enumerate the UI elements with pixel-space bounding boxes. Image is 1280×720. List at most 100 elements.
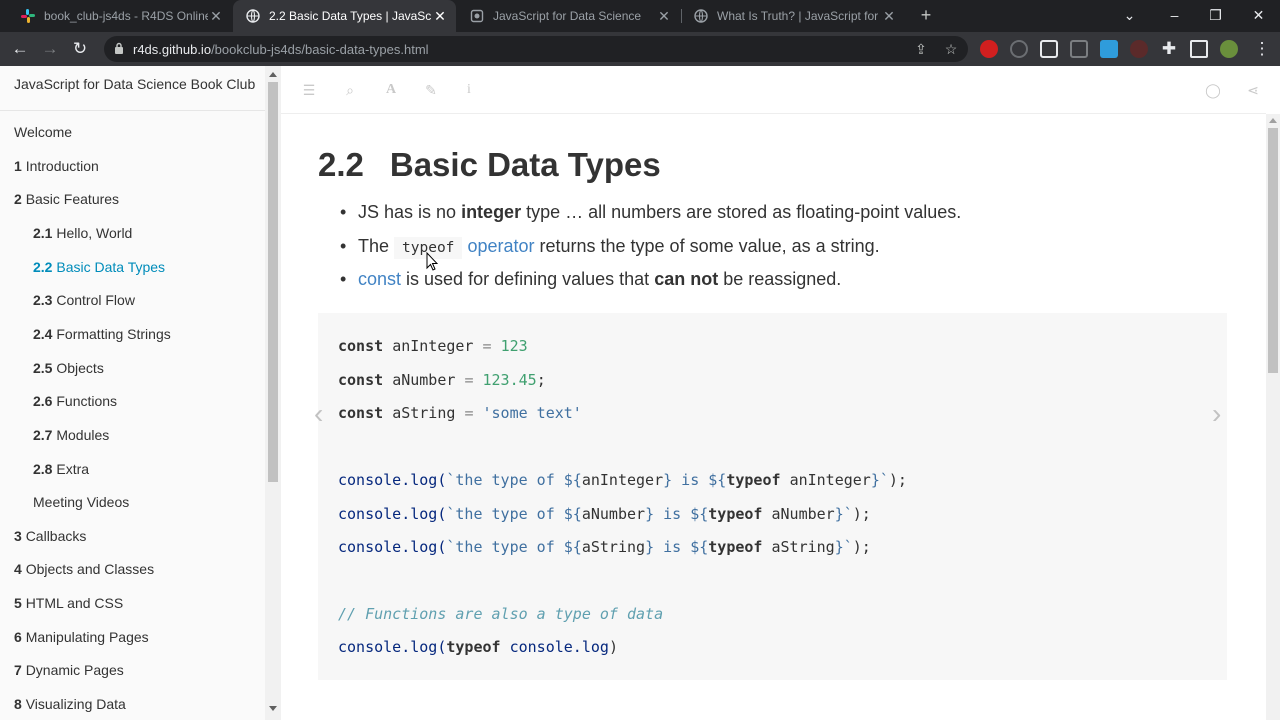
tab-title: What Is Truth? | JavaScript for Da xyxy=(717,9,881,23)
share-icon[interactable]: ⇪ xyxy=(912,40,930,58)
close-window-button[interactable]: ✕ xyxy=(1236,0,1280,32)
const-link[interactable]: const xyxy=(358,269,401,289)
code-number: 123 xyxy=(500,337,528,355)
maximize-button[interactable]: ❐ xyxy=(1193,0,1238,32)
puzzle-extensions-icon[interactable]: ✚ xyxy=(1157,37,1181,61)
back-arrow-icon[interactable]: ← xyxy=(8,37,32,61)
code-identifier: aNumber xyxy=(771,505,835,523)
new-tab-button[interactable]: + xyxy=(915,4,937,26)
extension-dark-red-icon[interactable] xyxy=(1130,40,1148,58)
close-icon[interactable]: ✕ xyxy=(432,8,448,25)
content-scroll-thumb[interactable] xyxy=(1268,128,1278,373)
sidebar-item-control-flow[interactable]: 2.3 Control Flow xyxy=(33,292,135,308)
extension-blue-icon[interactable] xyxy=(1100,40,1118,58)
sidebar-item-objects-and-classes[interactable]: 4 Objects and Classes xyxy=(14,561,154,577)
sidebar-item-number: 6 xyxy=(14,628,22,645)
code-function: console.log( xyxy=(338,505,447,523)
browser-tab-js-data-science[interactable]: JavaScript for Data Science ✕ xyxy=(457,0,680,32)
bookmark-star-icon[interactable]: ☆ xyxy=(942,40,960,58)
menu-icon[interactable]: ☰ xyxy=(299,80,319,100)
lock-icon xyxy=(115,42,123,54)
code-function: console.log xyxy=(509,638,609,656)
edit-icon[interactable]: ✎ xyxy=(421,80,441,100)
reload-icon[interactable]: ↻ xyxy=(68,37,92,61)
sidebar-item-welcome[interactable]: Welcome xyxy=(14,124,72,140)
sidebar-item-label: Functions xyxy=(56,393,118,410)
browser-menu-icon[interactable]: ⋮ xyxy=(1250,37,1274,61)
avatar[interactable] xyxy=(1220,40,1238,58)
sidebar-item-introduction[interactable]: 1 Introduction xyxy=(14,158,99,174)
sidebar-item-label: Control Flow xyxy=(56,292,135,309)
code-block[interactable]: const anInteger = 123 const aNumber = 12… xyxy=(318,313,1227,680)
scroll-up-arrow-icon[interactable] xyxy=(269,72,277,77)
github-icon[interactable]: ◯ xyxy=(1203,80,1223,100)
operator-link[interactable]: operator xyxy=(467,236,534,256)
previous-page-chevron-icon[interactable]: ‹ xyxy=(314,398,323,430)
close-icon[interactable]: ✕ xyxy=(656,8,672,25)
code-string: } is ${ xyxy=(663,471,727,489)
extension-grid-icon[interactable] xyxy=(1070,40,1088,58)
sidebar-item-number: 4 xyxy=(14,561,22,578)
sidebar-item-dynamic-pages[interactable]: 7 Dynamic Pages xyxy=(14,662,124,678)
code-punctuation: ); xyxy=(852,505,871,523)
sidebar-item-visualizing-data[interactable]: 8 Visualizing Data xyxy=(14,696,126,712)
code-keyword: typeof xyxy=(708,538,763,556)
globe-icon xyxy=(693,8,709,24)
sidebar-item-label: Extra xyxy=(56,460,90,477)
address-bar[interactable]: r4ds.github.io/bookclub-js4ds/basic-data… xyxy=(104,36,968,62)
sidebar-book-title[interactable]: JavaScript for Data Science Book Club xyxy=(14,76,255,92)
scroll-up-arrow-icon[interactable] xyxy=(1269,118,1277,123)
text-cursor-icon xyxy=(426,252,438,271)
extension-red-icon[interactable] xyxy=(980,40,998,58)
sidebar-item-extra[interactable]: 2.8 Extra xyxy=(33,461,89,477)
side-panel-icon[interactable] xyxy=(1190,40,1208,58)
info-icon[interactable]: i xyxy=(459,80,479,100)
forward-arrow-icon[interactable]: → xyxy=(38,37,62,61)
sidebar-item-basic-data-types[interactable]: 2.2 Basic Data Types xyxy=(33,259,165,275)
code-keyword: const xyxy=(338,337,384,355)
sidebar-scroll-thumb[interactable] xyxy=(268,82,278,482)
next-page-chevron-icon[interactable]: › xyxy=(1212,398,1221,430)
browser-tab-bookclub[interactable]: book_club-js4ds - R4DS Online L ✕ xyxy=(8,0,232,32)
close-icon[interactable]: ✕ xyxy=(208,8,224,25)
share-icon[interactable]: ⋖ xyxy=(1243,80,1263,100)
code-string: `the type of ${ xyxy=(446,538,582,556)
list-item: const is used for defining values that c… xyxy=(340,266,1220,300)
search-icon[interactable]: ⌕ xyxy=(340,80,360,100)
sidebar-item-label: Basic Data Types xyxy=(56,258,166,275)
code-operator: = xyxy=(482,337,492,355)
extension-circle-icon[interactable] xyxy=(1010,40,1028,58)
sidebar-item-callbacks[interactable]: 3 Callbacks xyxy=(14,528,86,544)
tab-title: JavaScript for Data Science xyxy=(493,9,642,23)
code-string: }` xyxy=(834,538,853,556)
sidebar-item-number: 8 xyxy=(14,696,22,713)
sidebar-item-functions[interactable]: 2.6 Functions xyxy=(33,393,117,409)
extension-glasses-icon[interactable] xyxy=(1040,40,1058,58)
sidebar-item-label: Visualizing Data xyxy=(25,696,126,713)
sidebar-item-html-and-css[interactable]: 5 HTML and CSS xyxy=(14,595,123,611)
scroll-down-arrow-icon[interactable] xyxy=(269,706,277,711)
code-identifier: anInteger xyxy=(789,471,871,489)
content-scrollbar[interactable] xyxy=(1266,114,1280,720)
sidebar-item-label: Objects and Classes xyxy=(25,561,155,578)
browser-tab-basic-data-types[interactable]: 2.2 Basic Data Types | JavaScript ✕ xyxy=(233,0,456,32)
sidebar-item-basic-features[interactable]: 2 Basic Features xyxy=(14,191,119,207)
sidebar-item-meeting-videos[interactable]: Meeting Videos xyxy=(33,494,129,510)
sidebar-item-hello-world[interactable]: 2.1 Hello, World xyxy=(33,225,132,241)
bullet-text: returns the type of some value, as a str… xyxy=(534,235,880,256)
font-settings-icon[interactable]: A xyxy=(381,80,401,100)
book-sidebar: JavaScript for Data Science Book Club We… xyxy=(0,66,265,720)
sidebar-item-manipulating-pages[interactable]: 6 Manipulating Pages xyxy=(14,629,149,645)
sidebar-scrollbar[interactable] xyxy=(265,66,281,720)
sidebar-item-modules[interactable]: 2.7 Modules xyxy=(33,427,109,443)
code-function: console.log( xyxy=(338,638,447,656)
sidebar-item-objects[interactable]: 2.5 Objects xyxy=(33,360,104,376)
sidebar-item-label: Modules xyxy=(56,426,110,443)
tab-search-chevron-icon[interactable]: ⌄ xyxy=(1107,0,1152,32)
sidebar-item-formatting-strings[interactable]: 2.4 Formatting Strings xyxy=(33,326,171,342)
close-icon[interactable]: ✕ xyxy=(881,8,897,25)
browser-tab-what-is-truth[interactable]: What Is Truth? | JavaScript for Da ✕ xyxy=(681,0,905,32)
minimize-button[interactable]: – xyxy=(1152,0,1197,32)
code-keyword: typeof xyxy=(726,471,781,489)
bullet-list: JS has is no integer type … all numbers … xyxy=(340,199,1220,300)
